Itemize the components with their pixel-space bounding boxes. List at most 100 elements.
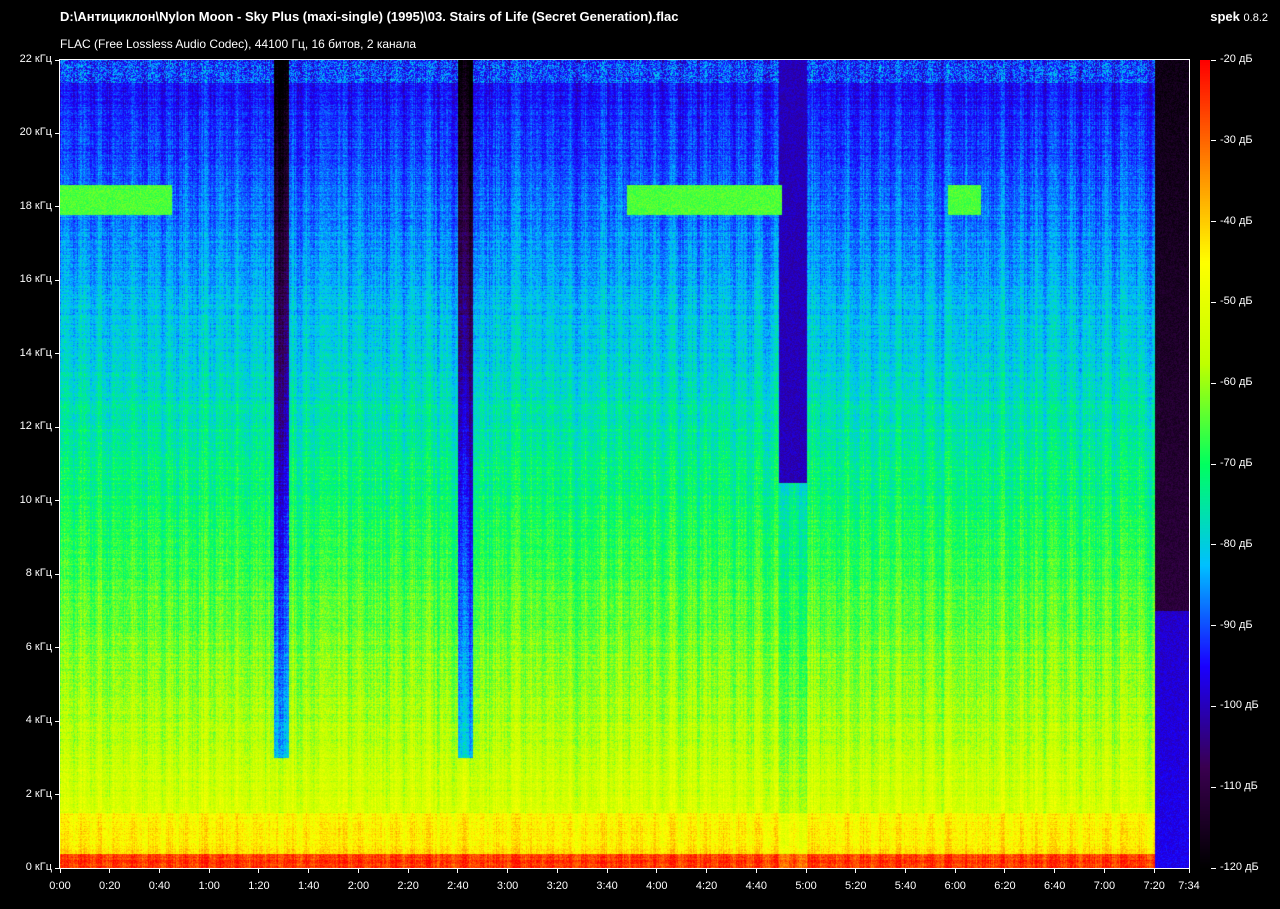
colorbar-tick-mark [1211, 301, 1216, 303]
colorbar-tick-mark [1211, 786, 1216, 788]
file-path-title: D:\Антициклон\Nylon Moon - Sky Plus (max… [60, 9, 679, 24]
colorbar-tick-mark [1211, 59, 1216, 61]
x-tick-label: 1:00 [198, 880, 220, 892]
colorbar-tick-mark [1211, 625, 1216, 627]
colorbar-tick-label: -60 дБ [1220, 376, 1253, 389]
x-tick-mark [59, 868, 61, 873]
colorbar-tick-mark [1211, 382, 1216, 384]
x-tick-mark [258, 868, 260, 873]
y-tick-label: 6 кГц [25, 640, 52, 653]
x-tick-label: 0:40 [148, 880, 171, 892]
colorbar-tick-label: -120 дБ [1220, 861, 1259, 873]
x-tick-label: 2:20 [397, 880, 419, 892]
y-tick-mark [55, 59, 60, 61]
y-tick-label: 18 кГц [19, 199, 52, 212]
x-tick-mark [855, 868, 857, 873]
colorbar [1200, 60, 1210, 868]
x-tick-mark [1004, 868, 1006, 873]
x-tick-label: 1:20 [248, 880, 270, 892]
app-branding: spek 0.8.2 [1210, 9, 1268, 24]
y-tick-mark [55, 426, 60, 428]
y-tick-label: 12 кГц [19, 420, 52, 433]
x-tick-label: 2:40 [447, 880, 469, 892]
x-tick-label: 4:40 [745, 880, 767, 892]
colorbar-tick-label: -70 дБ [1220, 457, 1253, 469]
x-tick-label: 7:00 [1093, 880, 1116, 892]
y-tick-mark [55, 279, 60, 281]
y-tick-label: 4 кГц [25, 714, 52, 727]
y-tick-label: 20 кГц [19, 126, 52, 139]
colorbar-tick-label: -30 дБ [1220, 133, 1253, 146]
x-tick-mark [656, 868, 658, 873]
x-tick-label: 1:40 [297, 880, 320, 892]
x-tick-label: 6:00 [944, 880, 966, 892]
x-tick-mark [954, 868, 956, 873]
colorbar-tick-label: -110 дБ [1220, 780, 1258, 793]
colorbar-tick-mark [1211, 544, 1216, 546]
y-tick-mark [55, 794, 60, 796]
x-tick-mark [905, 868, 906, 873]
y-tick-mark [55, 573, 60, 575]
x-tick-label: 7:34 [1178, 880, 1200, 892]
app-name: spek [1210, 9, 1240, 24]
colorbar-tick-label: -80 дБ [1220, 537, 1253, 550]
colorbar-tick-label: -100 дБ [1220, 699, 1259, 712]
x-tick-mark [1153, 868, 1155, 873]
colorbar-tick-label: -40 дБ [1220, 214, 1253, 227]
x-tick-label: 2:00 [347, 880, 370, 892]
x-tick-label: 6:40 [1043, 880, 1066, 892]
x-tick-label: 5:20 [845, 880, 867, 892]
y-tick-label: 0 кГц [25, 861, 52, 873]
y-tick-label: 8 кГц [25, 567, 52, 580]
x-tick-label: 0:00 [49, 880, 71, 892]
x-tick-mark [1188, 868, 1190, 873]
y-tick-label: 14 кГц [19, 346, 52, 359]
x-tick-label: 3:40 [596, 880, 618, 892]
x-tick-label: 6:20 [994, 880, 1016, 892]
colorbar-tick-label: -90 дБ [1220, 618, 1253, 631]
x-tick-label: 5:00 [795, 880, 817, 892]
y-tick-label: 10 кГц [19, 493, 52, 506]
y-tick-mark [55, 867, 60, 869]
x-tick-label: 5:40 [894, 880, 917, 892]
x-tick-mark [457, 868, 459, 873]
colorbar-tick-mark [1211, 221, 1216, 223]
colorbar-tick-label: -50 дБ [1220, 295, 1253, 308]
colorbar-tick-mark [1211, 463, 1216, 465]
y-tick-mark [55, 647, 60, 649]
y-tick-mark [55, 353, 60, 355]
x-tick-mark [606, 868, 608, 873]
y-tick-mark [55, 500, 60, 502]
x-tick-label: 3:20 [546, 880, 569, 892]
colorbar-tick-mark [1211, 140, 1216, 142]
x-tick-mark [109, 868, 111, 873]
x-tick-mark [755, 868, 757, 873]
x-tick-mark [308, 868, 310, 873]
x-tick-mark [158, 868, 160, 873]
x-tick-mark [706, 868, 708, 873]
y-tick-mark [55, 132, 60, 134]
x-tick-label: 0:20 [99, 880, 121, 892]
x-tick-mark [507, 868, 509, 873]
y-tick-mark [55, 206, 60, 208]
x-tick-mark [1103, 868, 1105, 873]
x-tick-label: 3:00 [496, 880, 519, 892]
x-tick-mark [556, 868, 558, 873]
y-tick-label: 2 кГц [25, 787, 52, 800]
y-tick-mark [55, 720, 60, 722]
colorbar-tick-mark [1211, 867, 1216, 869]
x-tick-mark [407, 868, 409, 873]
y-tick-label: 22 кГц [19, 53, 52, 65]
colorbar-tick-label: -20 дБ [1220, 53, 1253, 65]
spectrogram-heatmap [60, 60, 1189, 868]
app-version: 0.8.2 [1243, 12, 1268, 24]
x-tick-mark [1054, 868, 1056, 873]
x-tick-mark [357, 868, 359, 873]
file-info: FLAC (Free Lossless Audio Codec), 44100 … [60, 37, 416, 51]
x-tick-mark [208, 868, 210, 873]
x-tick-label: 4:20 [695, 880, 718, 892]
colorbar-tick-mark [1211, 705, 1216, 707]
y-tick-label: 16 кГц [19, 273, 52, 286]
x-tick-mark [805, 868, 807, 873]
x-tick-label: 4:00 [646, 880, 668, 892]
